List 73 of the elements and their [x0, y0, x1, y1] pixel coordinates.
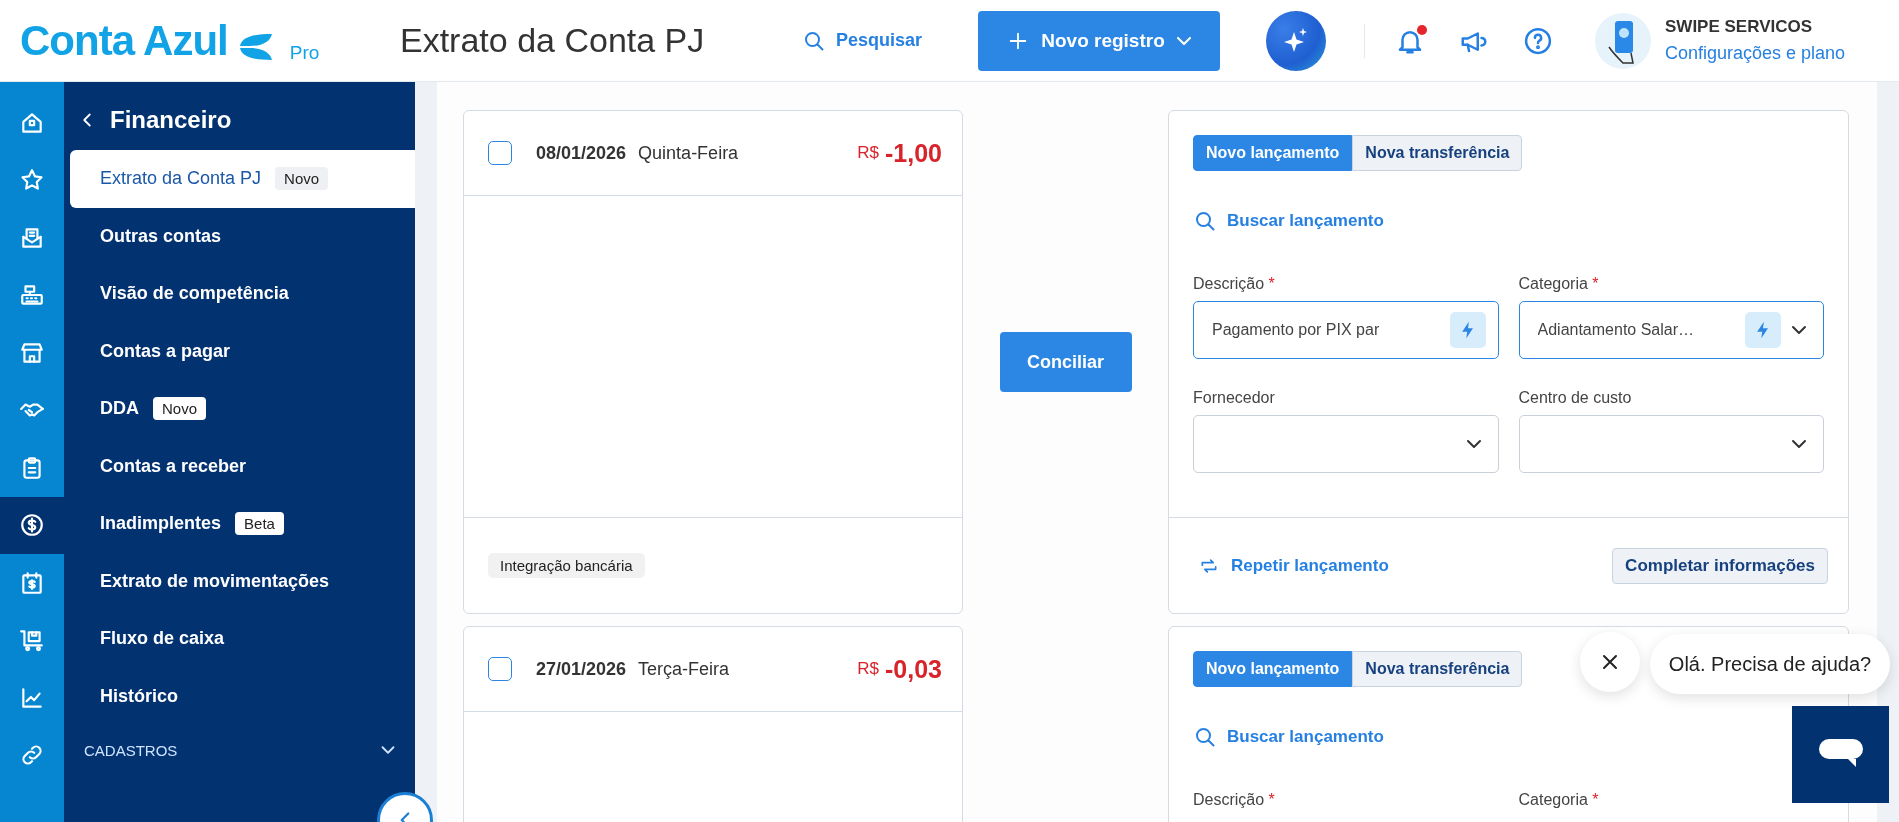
badge: Novo	[275, 167, 329, 191]
nav-item[interactable]: Outras contas	[70, 207, 415, 265]
caret-icon	[1176, 36, 1191, 45]
checkbox[interactable]	[488, 657, 512, 681]
nav-item[interactable]: Visão de competência	[70, 265, 415, 323]
settings-link[interactable]: Configurações e plano	[1665, 43, 1846, 64]
calendar-icon	[19, 569, 45, 596]
nav-item-label: Extrato de movimentações	[100, 570, 330, 592]
reconcile-button[interactable]: Conciliar	[999, 332, 1132, 392]
select-field[interactable]: Adiantamento Salar…	[1518, 301, 1824, 359]
field-label: Descrição *	[1193, 275, 1276, 293]
back-button[interactable]: Financeiro	[76, 100, 232, 140]
source-tag: Integração bancária	[488, 553, 645, 578]
section-toggle[interactable]: CADASTROS	[84, 725, 399, 775]
weekday: Terça-Feira	[638, 658, 731, 680]
transaction-date: 08/01/2026	[536, 142, 627, 164]
cart-icon	[19, 627, 45, 654]
rail-item[interactable]	[0, 496, 64, 554]
field-label: Descrição *	[1193, 791, 1276, 809]
nav-item[interactable]: Fluxo de caixa	[70, 610, 415, 668]
select-field[interactable]	[1518, 415, 1824, 473]
nav-item-label: Contas a pagar	[100, 340, 231, 362]
currency-symbol: R$	[857, 143, 879, 163]
chat-button[interactable]	[1792, 706, 1889, 803]
badge: Novo	[153, 397, 207, 421]
transaction-date: 27/01/2026	[536, 658, 627, 680]
currency-symbol: R$	[857, 659, 879, 679]
nav-item[interactable]: Extrato de movimentações	[70, 552, 415, 610]
field-label: Fornecedor	[1193, 389, 1276, 407]
repeat-link[interactable]: Repetir lançamento	[1199, 555, 1389, 576]
nav-item-label: Extrato da Conta PJ	[100, 168, 262, 190]
tab[interactable]: Novo lançamento	[1193, 651, 1353, 687]
find-entry-link[interactable]: Buscar lançamento	[1193, 209, 1384, 233]
plan-label: Pro	[289, 42, 320, 62]
nav-item-label: Inadimplentes	[100, 513, 222, 535]
complete-info-button[interactable]: Completar informações	[1612, 547, 1828, 584]
nav-item-label: DDA	[100, 398, 139, 420]
search-icon	[1193, 209, 1217, 233]
nav-item[interactable]: DDA Novo	[70, 380, 415, 438]
field-label: Centro de custo	[1518, 389, 1633, 407]
nav-item-label: Fluxo de caixa	[100, 628, 225, 650]
tab[interactable]: Novo lançamento	[1193, 135, 1353, 171]
help-icon	[1523, 25, 1553, 56]
nav-item-label: Histórico	[100, 685, 178, 707]
tab[interactable]: Nova transferência	[1352, 135, 1523, 171]
tab[interactable]: Nova transferência	[1352, 651, 1523, 687]
account-name: SWIPE SERVICOS	[1665, 17, 1814, 37]
search-icon	[1193, 725, 1217, 749]
input-field[interactable]: Pagamento por PIX par	[1193, 301, 1499, 359]
chat-bubble: Olá. Precisa de ajuda?	[1650, 634, 1890, 694]
checkbox[interactable]	[488, 141, 512, 165]
nav-item[interactable]: Inadimplentes Beta	[70, 495, 415, 553]
page-title: Extrato da Conta PJ	[400, 21, 706, 60]
help-button[interactable]	[1523, 25, 1553, 56]
nav-item-label: Visão de competência	[100, 283, 289, 305]
nav-item[interactable]: Extrato da Conta PJ Novo	[70, 150, 415, 208]
nav-item[interactable]: Contas a receber	[70, 437, 415, 495]
field-label: Categoria *	[1518, 275, 1600, 293]
new-record-button[interactable]: Novo registro	[978, 10, 1220, 71]
find-entry-link[interactable]: Buscar lançamento	[1193, 725, 1384, 749]
amount: -1,00	[885, 138, 942, 168]
field-label: Categoria *	[1518, 791, 1600, 809]
logo-wordmark: Conta Azul	[20, 19, 228, 62]
nav-item-label: Contas a receber	[100, 455, 247, 477]
weekday: Quinta-Feira	[638, 142, 740, 164]
badge: Beta	[235, 512, 284, 536]
search-link[interactable]: Pesquisar	[802, 28, 978, 53]
nav-item[interactable]: Histórico	[70, 667, 415, 725]
dollar-icon	[19, 512, 45, 539]
nav-item-label: Outras contas	[100, 225, 222, 247]
amount: -0,03	[885, 654, 942, 684]
nav-item[interactable]: Contas a pagar	[70, 322, 415, 380]
select-field[interactable]	[1193, 415, 1499, 473]
